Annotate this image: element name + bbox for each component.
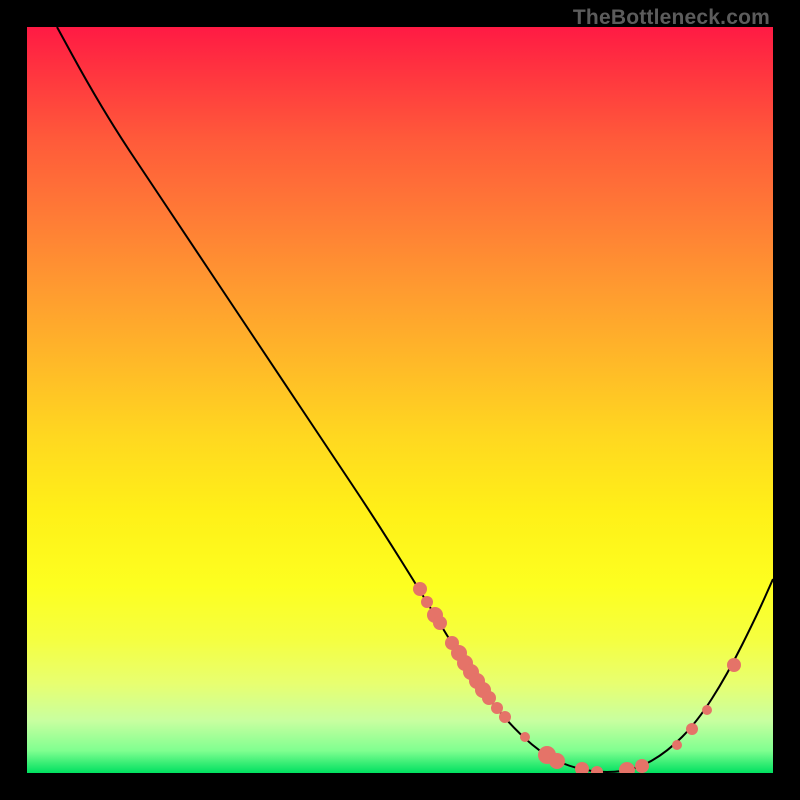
data-point xyxy=(549,753,565,769)
data-point xyxy=(413,582,427,596)
data-point xyxy=(672,740,682,750)
data-point xyxy=(421,596,433,608)
data-point xyxy=(727,658,741,672)
chart-container: TheBottleneck.com xyxy=(0,0,800,800)
data-point xyxy=(499,711,511,723)
plot-area xyxy=(27,27,773,773)
chart-svg xyxy=(27,27,773,773)
data-point xyxy=(619,762,635,773)
bottleneck-curve xyxy=(57,27,773,772)
data-point xyxy=(686,723,698,735)
data-point xyxy=(591,766,603,773)
data-point xyxy=(575,762,589,773)
data-point xyxy=(635,759,649,773)
data-point xyxy=(520,732,530,742)
watermark-text: TheBottleneck.com xyxy=(573,6,770,30)
data-point xyxy=(433,616,447,630)
dot-layer xyxy=(413,582,741,773)
data-point xyxy=(702,705,712,715)
data-point xyxy=(491,702,503,714)
